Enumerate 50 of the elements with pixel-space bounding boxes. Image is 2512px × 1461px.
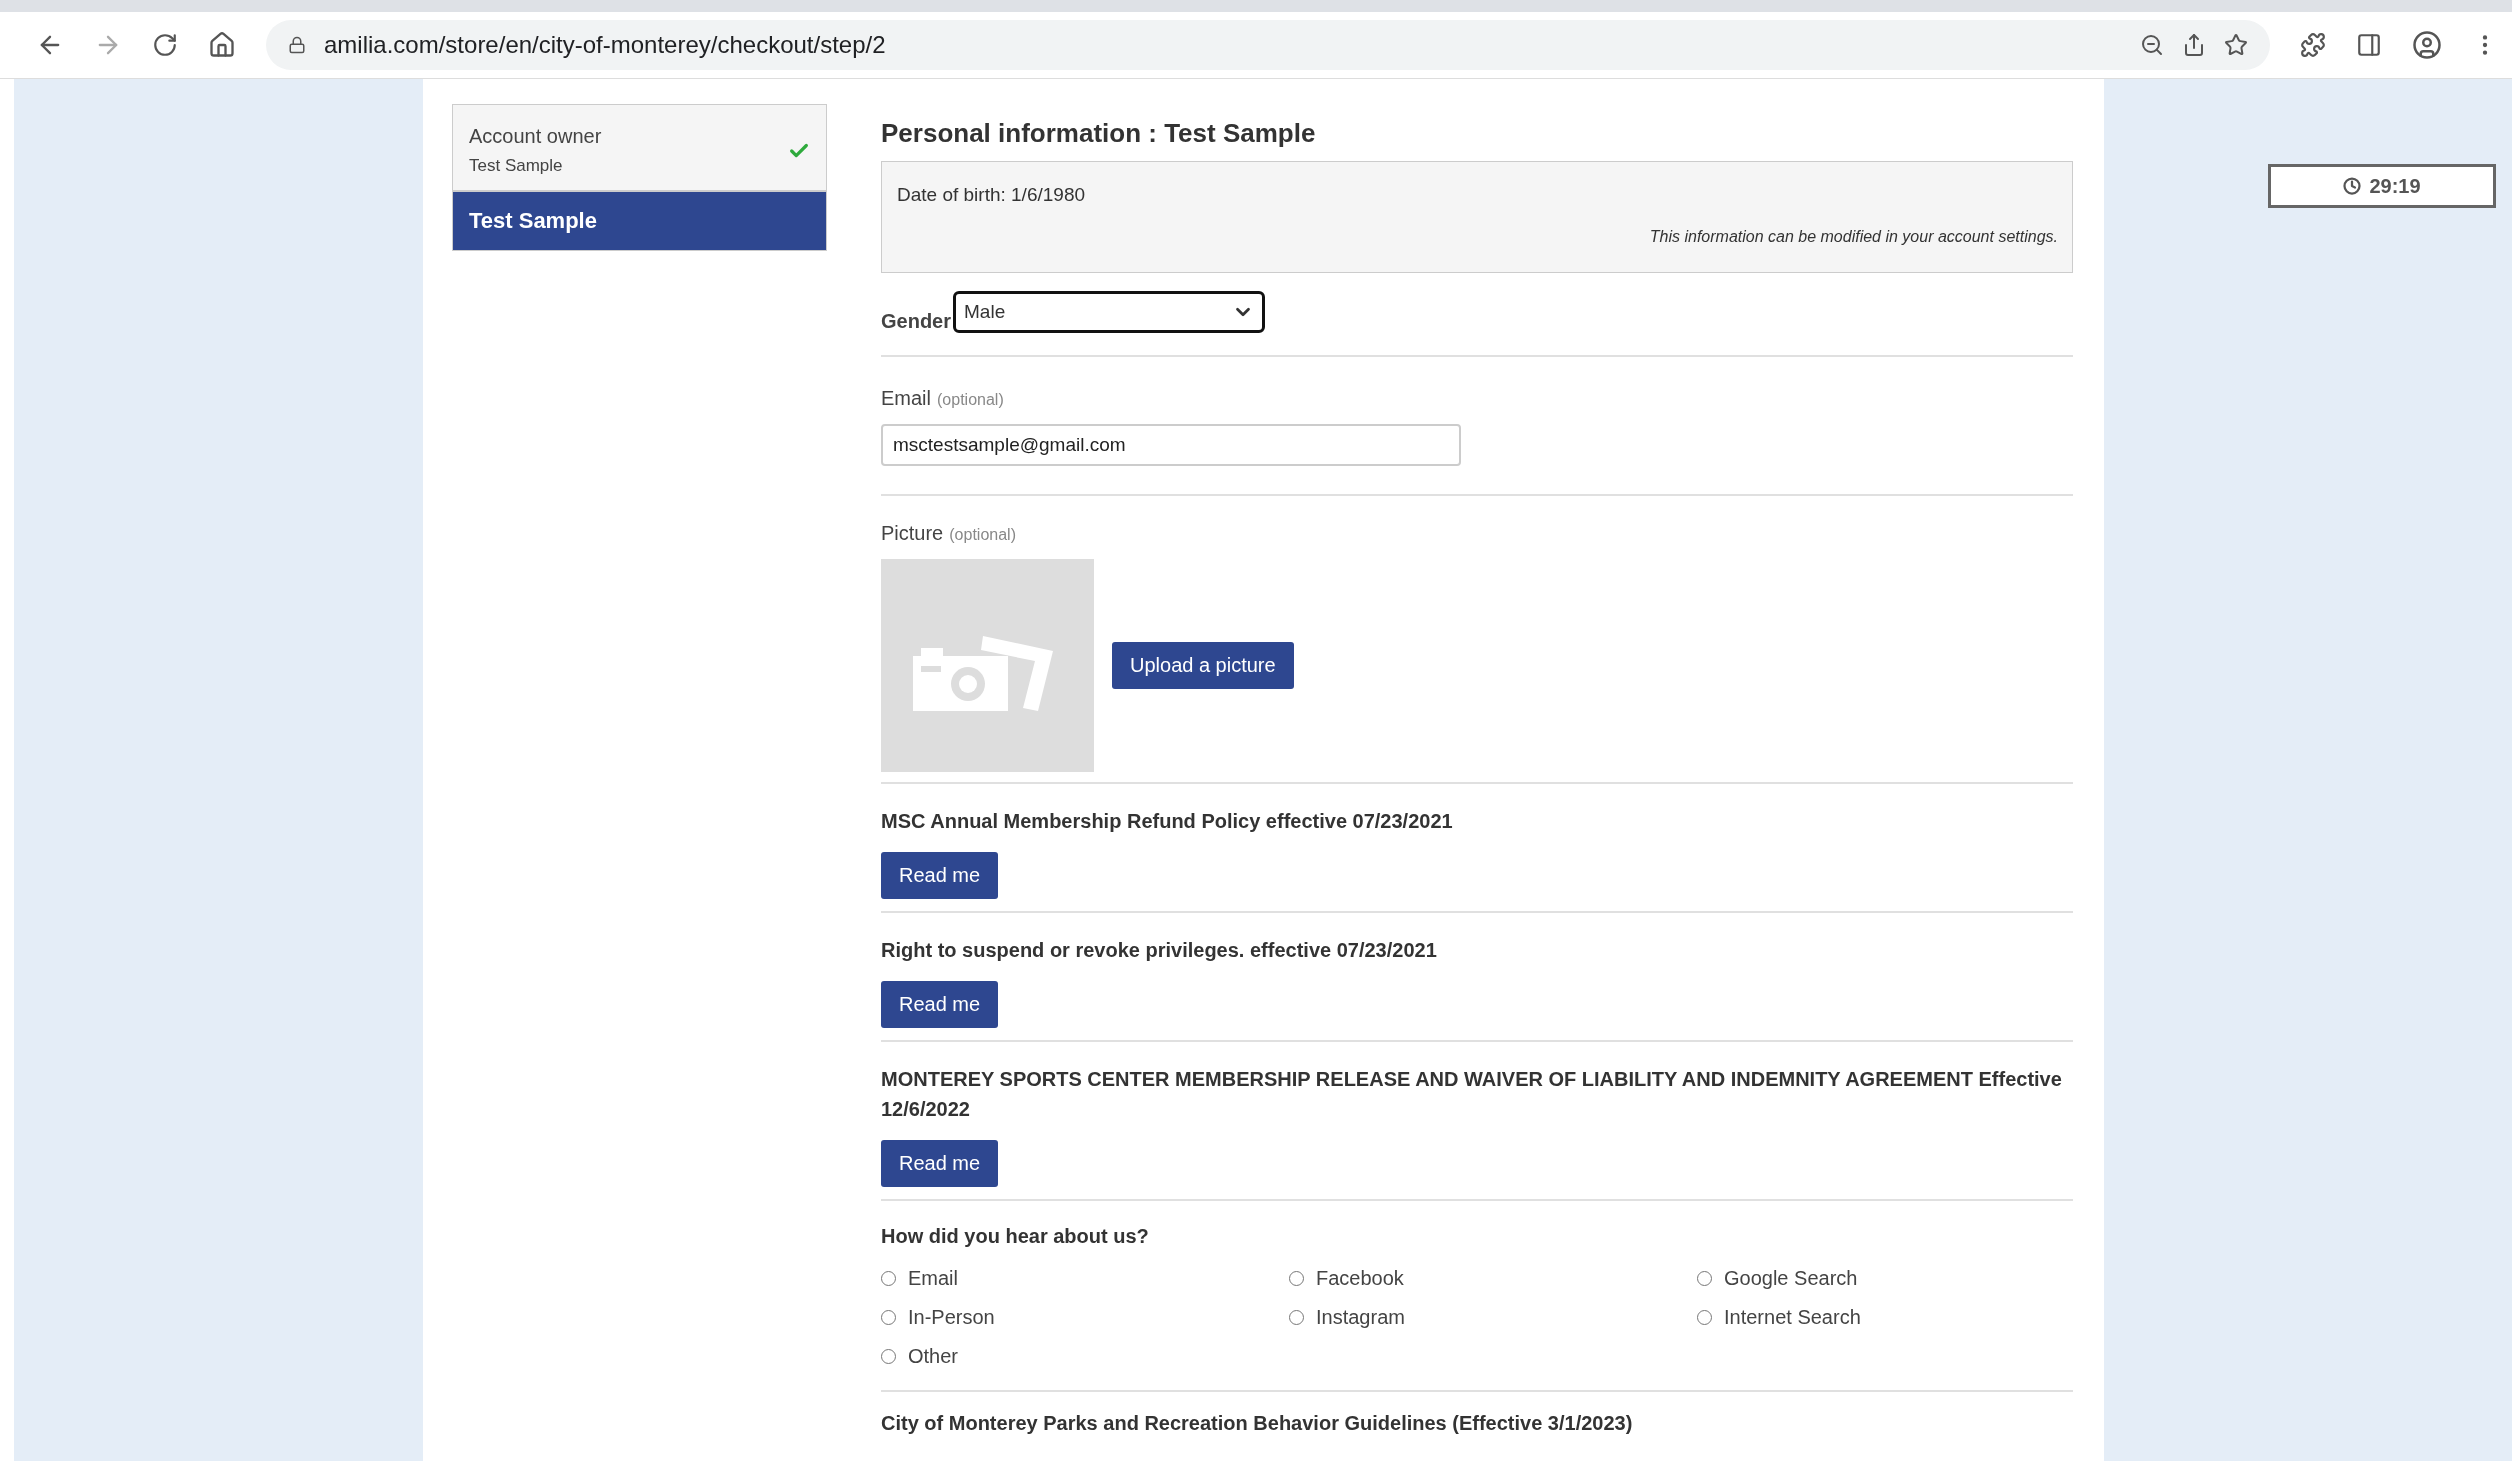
radio-option[interactable]: Google Search <box>1697 1267 2073 1290</box>
page-title: Personal information : Test Sample <box>881 118 1317 149</box>
zoom-out-icon[interactable] <box>2140 33 2164 57</box>
birth-date: Date of birth: 1/6/1980 <box>897 184 1086 206</box>
participant-name: Test Sample <box>469 156 564 176</box>
read-me-button[interactable]: Read me <box>881 852 999 899</box>
radio-option[interactable]: Email <box>881 1267 1289 1290</box>
lock-icon <box>288 36 306 54</box>
picture-label: Picture <box>881 522 944 545</box>
option-label: Google Search <box>1724 1267 1858 1290</box>
info-note: This information can be modified in your account settings. <box>1649 228 2058 246</box>
read-me-button[interactable]: Read me <box>881 981 999 1028</box>
option-label: Email <box>908 1267 958 1290</box>
radio-option[interactable]: Instagram <box>1289 1306 1697 1329</box>
policy-title: Right to suspend or revoke privileges. effective 07/23/2021 <box>881 938 1437 963</box>
option-label: Internet Search <box>1724 1306 1861 1329</box>
star-icon[interactable] <box>2224 33 2248 57</box>
reload-icon[interactable] <box>152 32 178 58</box>
option-label: Facebook <box>1316 1267 1404 1290</box>
optional-hint: (optional) <box>949 526 1016 544</box>
sidebar-item[interactable]: Test Sample <box>452 191 827 251</box>
sidebar-item[interactable]: Account owner Test Sample <box>452 104 827 191</box>
side-panel-icon[interactable] <box>2356 32 2382 58</box>
email-field[interactable]: msctestsample@gmail.com <box>881 424 1461 466</box>
policy-title: MONTEREY SPORTS CENTER MEMBERSHIP RELEASE AND WAIVER OF LIABILITY AND INDEMNITY AGREEMENT Effective 12/6/2022 <box>881 1067 2063 1122</box>
participant-title: Test Sample <box>469 208 598 234</box>
radio-option[interactable]: In-Person <box>881 1306 1289 1329</box>
address-bar[interactable]: amilia.com/store/en/city-of-monterey/checkout/step/2 <box>266 20 2270 70</box>
radio-option[interactable]: Other <box>881 1345 1289 1368</box>
clock-icon <box>2343 177 2362 195</box>
option-label: Other <box>908 1345 959 1368</box>
section-title: City of Monterey Parks and Recreation Behavior Guidelines (Effective 3/1/2023) <box>881 1411 1633 1436</box>
puzzle-icon[interactable] <box>2300 32 2326 58</box>
home-icon[interactable] <box>208 31 236 59</box>
policy-title: MSC Annual Membership Refund Policy effective 07/23/2021 <box>881 809 1453 834</box>
gender-label: Gender <box>881 310 952 333</box>
survey-question: How did you hear about us? <box>881 1224 1149 1249</box>
share-icon[interactable] <box>2182 33 2206 57</box>
gender-select[interactable]: Male <box>953 291 1266 333</box>
optional-hint: (optional) <box>937 391 1004 409</box>
option-label: In-Person <box>908 1306 995 1329</box>
radio-option[interactable]: Internet Search <box>1697 1306 2073 1329</box>
email-label: Email <box>881 387 931 410</box>
profile-icon[interactable] <box>2412 30 2442 60</box>
countdown-timer: 29:19 <box>2268 164 2496 208</box>
participant-title: Account owner <box>469 125 603 148</box>
radio-option[interactable]: Facebook <box>1289 1267 1697 1290</box>
option-label: Instagram <box>1316 1306 1405 1329</box>
read-me-button[interactable]: Read me <box>881 1140 999 1187</box>
upload-button[interactable]: Upload a picture <box>1112 642 1294 689</box>
